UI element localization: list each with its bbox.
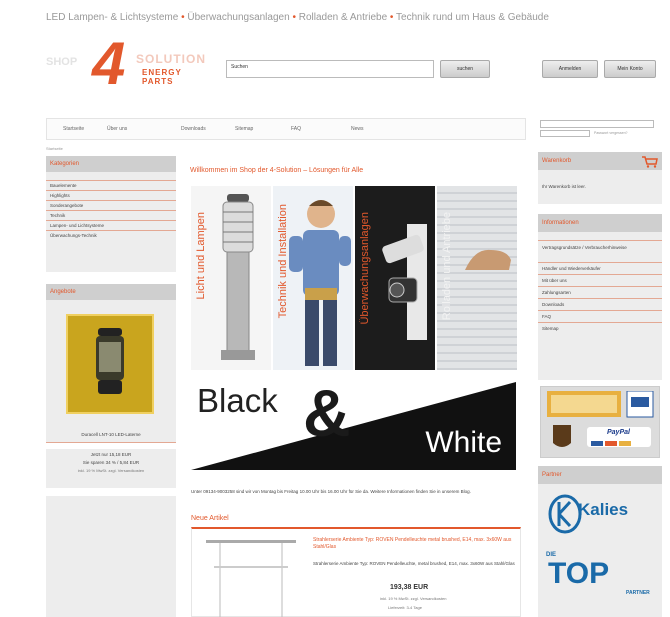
nav-item-about[interactable]: Über uns	[107, 126, 127, 132]
partner-top-logo[interactable]: TOP	[548, 558, 609, 590]
cart-icon[interactable]	[642, 156, 658, 168]
banner-black-text: Black	[197, 382, 278, 419]
offer-divider	[46, 442, 176, 449]
logo-solution-text: SOLUTION	[136, 52, 206, 66]
cart-empty-text: Ihr Warenkorb ist leer.	[542, 184, 586, 189]
black-white-banner[interactable]: Black & White	[191, 372, 516, 470]
lamp-post-icon	[221, 194, 255, 360]
nav-item-faq[interactable]: FAQ	[291, 126, 301, 132]
nav-item-startseite[interactable]: Startseite	[63, 126, 84, 132]
search-input[interactable]: Suchen	[226, 60, 434, 78]
tagline-separator: •	[292, 12, 296, 23]
product-description: Strahlerserie Ambiente Typ: ROVEN Pendel…	[313, 561, 515, 566]
hand-shutter-icon	[465, 249, 511, 270]
category-item[interactable]: Lampen- und Lichtsysteme	[46, 220, 176, 230]
tagline-part: Technik rund um Haus & Gebäude	[396, 12, 549, 23]
panel-lights-label: Licht und Lampen	[195, 212, 207, 300]
logo-energy-text: ENERGY PARTS	[142, 68, 182, 86]
forgot-password-link[interactable]: Passwort vergessen?	[594, 131, 627, 135]
banner-ampersand: &	[303, 376, 351, 450]
information-box: Informationen Vertragsgrundsätze / Verbr…	[538, 214, 662, 380]
info-item[interactable]: Händler und Wiederverkäufer	[538, 262, 662, 274]
contact-info-text: Unter 09134-9003258 sind wir von Montag …	[191, 489, 471, 494]
logo-shop-text: SHOP	[46, 56, 78, 68]
tagline-part: LED Lampen- & Lichtsysteme	[46, 12, 179, 23]
main-navigation: Startseite Über uns Downloads Sitemap FA…	[46, 118, 526, 140]
product-price: 193,38 EUR	[390, 584, 429, 591]
offers-box: Angebote Duracell LNT-10 LED-Laterne Jet…	[46, 284, 176, 488]
categories-title: Kategorien	[46, 156, 176, 172]
nav-item-news[interactable]: News	[351, 126, 364, 132]
panel-lights[interactable]: Licht und Lampen	[191, 186, 271, 370]
tagline-separator: •	[389, 12, 394, 23]
tagline-part: Überwachungsanlagen	[187, 12, 290, 23]
header-tagline: LED Lampen- & Lichtsysteme • Überwachung…	[46, 12, 549, 23]
product-delivery-note: Lieferzeit: 3-4 Tage	[388, 605, 422, 610]
partner-kalies-logo[interactable]: Kalies	[578, 500, 628, 520]
technician-icon	[289, 200, 351, 366]
info-item[interactable]: Sitemap	[538, 322, 662, 334]
info-item[interactable]: Mit über uns	[538, 274, 662, 286]
breadcrumb[interactable]: Startseite	[46, 146, 63, 151]
information-title: Informationen	[538, 214, 662, 232]
camera-icon	[377, 210, 433, 350]
account-button[interactable]: Mein Konto	[604, 60, 656, 78]
product-title-link[interactable]: Strahlerserie Ambiente Typ: ROVEN Pendel…	[313, 537, 523, 551]
search-button[interactable]: suchen	[440, 60, 490, 78]
tagline-separator: •	[181, 12, 185, 23]
banner-white-text: White	[425, 426, 502, 459]
welcome-title: Willkommen im Shop der 4-Solution – Lösu…	[190, 167, 364, 174]
new-articles-title: Neue Artikel	[191, 515, 229, 522]
panel-technics-label: Technik und Installation	[277, 204, 289, 319]
shop-logo[interactable]: SHOP 4 SOLUTION ENERGY PARTS	[46, 34, 206, 96]
info-item[interactable]: FAQ	[538, 310, 662, 322]
username-field[interactable]	[540, 120, 654, 128]
payment-badges: PayPal	[540, 386, 660, 458]
paypal-text: PayPal	[607, 429, 630, 436]
offer-savings: Sie sparen 34 % / 5,84 EUR	[82, 460, 140, 465]
offers-title: Angebote	[46, 284, 176, 300]
left-sidebar-lower	[46, 496, 176, 617]
panel-shutters[interactable]: Rolladen und Antriebe	[437, 186, 517, 370]
offer-price-now: Jetzt nur 15,18 EUR	[90, 452, 132, 457]
category-item[interactable]: Technik	[46, 210, 176, 220]
category-item[interactable]: Bauelemente	[46, 180, 176, 190]
panel-technics[interactable]: Technik und Installation	[273, 186, 353, 370]
info-item[interactable]: Zahlungsarten	[538, 286, 662, 298]
pendant-lamp-icon[interactable]	[196, 532, 306, 617]
product-tax-note: inkl. 19 % MwSt. zzgl. Versandkosten	[380, 596, 447, 601]
nav-item-downloads[interactable]: Downloads	[181, 126, 206, 132]
partner-top-suffix: PARTNER	[626, 590, 650, 596]
password-field[interactable]	[540, 130, 590, 137]
offer-image[interactable]	[66, 314, 154, 414]
payment-logos-icon	[547, 391, 654, 447]
partner-box: Partner Kalies DIE TOP PARTNER	[538, 466, 662, 617]
cart-box: Warenkorb Ihr Warenkorb ist leer.	[538, 152, 662, 204]
tagline-part: Rolladen & Antriebe	[298, 12, 388, 23]
categories-box: Kategorien Bauelemente Highlights Sonder…	[46, 156, 176, 272]
info-item[interactable]: Downloads	[538, 298, 662, 310]
panel-shutters-label: Rolladen und Antriebe	[441, 212, 453, 321]
offer-name[interactable]: Duracell LNT-10 LED-Laterne	[46, 432, 176, 437]
kalies-logo-icon	[548, 494, 582, 534]
category-item[interactable]: Sonderangebote	[46, 200, 176, 210]
info-item[interactable]: Vertragsgrundsätze / Verbraucherhinweise	[538, 240, 662, 262]
partner-title: Partner	[538, 466, 662, 484]
nav-item-sitemap[interactable]: Sitemap	[235, 126, 253, 132]
logo-four: 4	[92, 30, 126, 97]
offer-tax-note: inkl. 19 % MwSt. zzgl. Versandkosten	[77, 468, 145, 473]
category-item[interactable]: Überwachungs-Technik	[46, 230, 176, 240]
lantern-icon	[68, 316, 152, 412]
panel-surveillance-label: Überwachungsanlagen	[359, 212, 371, 325]
category-item[interactable]: Highlights	[46, 190, 176, 200]
login-button[interactable]: Anmelden	[542, 60, 598, 78]
panel-surveillance[interactable]: Überwachungsanlagen	[355, 186, 435, 370]
